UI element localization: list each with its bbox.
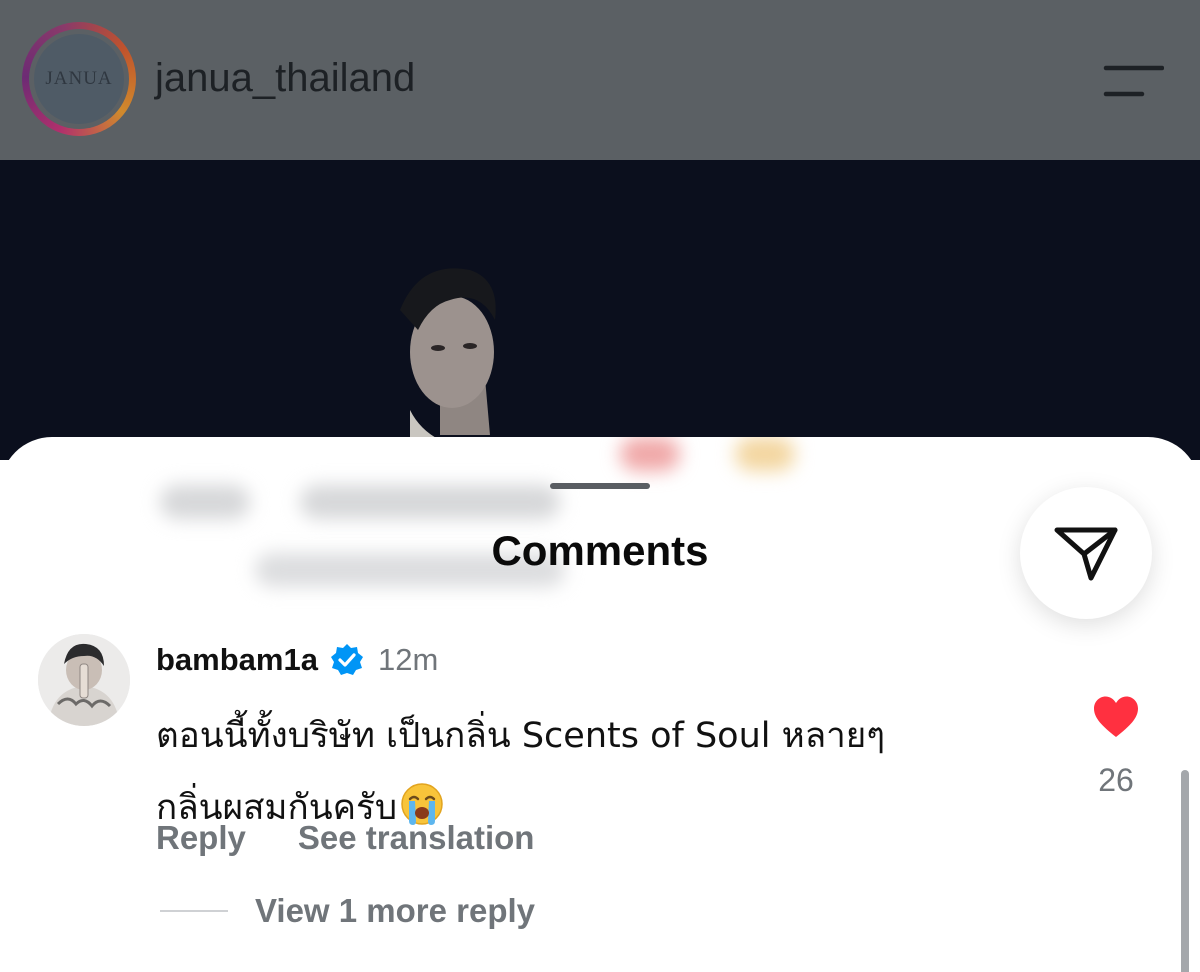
menu-icon[interactable] — [1100, 64, 1164, 98]
comment-username[interactable]: bambam1a — [156, 642, 318, 678]
comment-timestamp: 12m — [377, 642, 439, 677]
scrollbar[interactable] — [1181, 770, 1189, 972]
commenter-photo — [38, 634, 130, 726]
share-button[interactable] — [1020, 487, 1152, 619]
like-count: 26 — [1098, 762, 1134, 798]
see-translation-button[interactable]: See translation — [298, 819, 535, 857]
account-avatar[interactable]: JANUA — [22, 22, 136, 136]
comment-header: bambam1a 12m — [156, 640, 438, 680]
avatar-logo-text: JANUA — [45, 68, 113, 89]
post-header: JANUA janua_thailand — [0, 0, 1200, 160]
blurred-content — [160, 485, 250, 519]
send-icon — [1054, 527, 1118, 581]
comment-text-line: ตอนนี้ทั้งบริษัท เป็นกลิ่น Scents of Sou… — [156, 716, 886, 756]
reply-thread-line — [160, 910, 228, 912]
account-name[interactable]: janua_thailand — [155, 56, 415, 101]
verified-badge-icon — [330, 644, 363, 675]
comment-actions: Reply See translation — [156, 819, 534, 857]
heart-icon[interactable] — [1092, 695, 1140, 739]
reply-button[interactable]: Reply — [156, 819, 246, 857]
view-replies-button[interactable]: View 1 more reply — [160, 892, 535, 930]
blurred-content — [735, 437, 795, 471]
blurred-content — [300, 485, 560, 519]
person-photo — [400, 268, 600, 460]
blurred-content — [620, 437, 680, 471]
view-replies-label: View 1 more reply — [255, 892, 536, 929]
comments-sheet: Comments bambam1a 12m ตอนนี้ทั้งบริษัท เ… — [0, 437, 1200, 972]
drag-handle[interactable] — [550, 483, 650, 489]
commenter-avatar[interactable] — [38, 634, 130, 726]
post-image — [0, 160, 1200, 460]
